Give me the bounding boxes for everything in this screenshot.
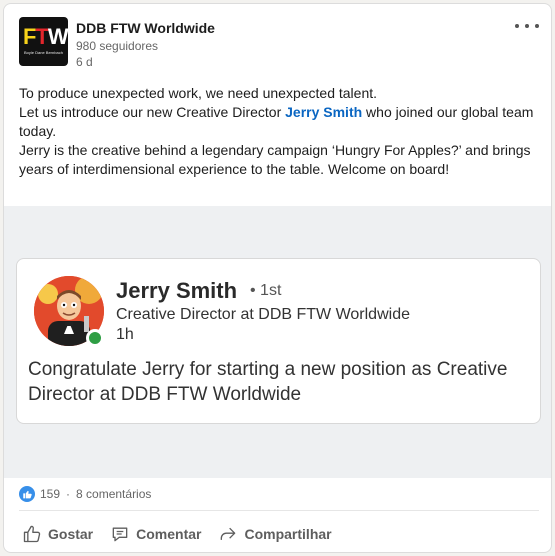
comment-button[interactable]: Comentar [110, 524, 201, 544]
company-name[interactable]: DDB FTW Worldwide [76, 20, 215, 36]
post-time: 6 d [76, 55, 93, 69]
post-header: FTW Boyle Dane Bernbach DDB FTW Worldwid… [19, 17, 539, 69]
post-text: To produce unexpected work, we need unex… [19, 85, 534, 177]
like-reaction-icon[interactable] [19, 486, 35, 502]
profile-name: Jerry Smith [116, 278, 238, 303]
congratulate-message: Congratulate Jerry for starting a new po… [28, 359, 508, 405]
thumbs-up-icon [22, 524, 42, 544]
action-bar: Gostar Comentar Compartilhar [22, 519, 332, 549]
comment-icon [110, 524, 130, 544]
follower-count: 980 seguidores [76, 39, 159, 53]
card-time: 1h [116, 326, 134, 343]
comment-count[interactable]: 8 comentários [76, 487, 151, 501]
feed-post: FTW Boyle Dane Bernbach DDB FTW Worldwid… [3, 3, 552, 553]
profile-role: Creative Director at DDB FTW Worldwide [116, 306, 410, 323]
online-status-indicator [86, 329, 104, 347]
mention-link[interactable]: Jerry Smith [285, 104, 362, 120]
more-options-icon[interactable] [515, 19, 539, 33]
reaction-count[interactable]: 159 [40, 487, 60, 501]
divider [19, 510, 539, 511]
post-image[interactable]: Jerry Smith • 1st Creative Director at D… [4, 206, 551, 478]
company-logo[interactable]: FTW Boyle Dane Bernbach [19, 17, 68, 66]
share-icon [218, 524, 238, 544]
share-button[interactable]: Compartilhar [218, 524, 332, 544]
like-button[interactable]: Gostar [22, 524, 93, 544]
new-position-card: Jerry Smith • 1st Creative Director at D… [16, 258, 541, 424]
social-counts: 159 · 8 comentários [19, 486, 151, 502]
connection-degree: • 1st [250, 282, 282, 299]
